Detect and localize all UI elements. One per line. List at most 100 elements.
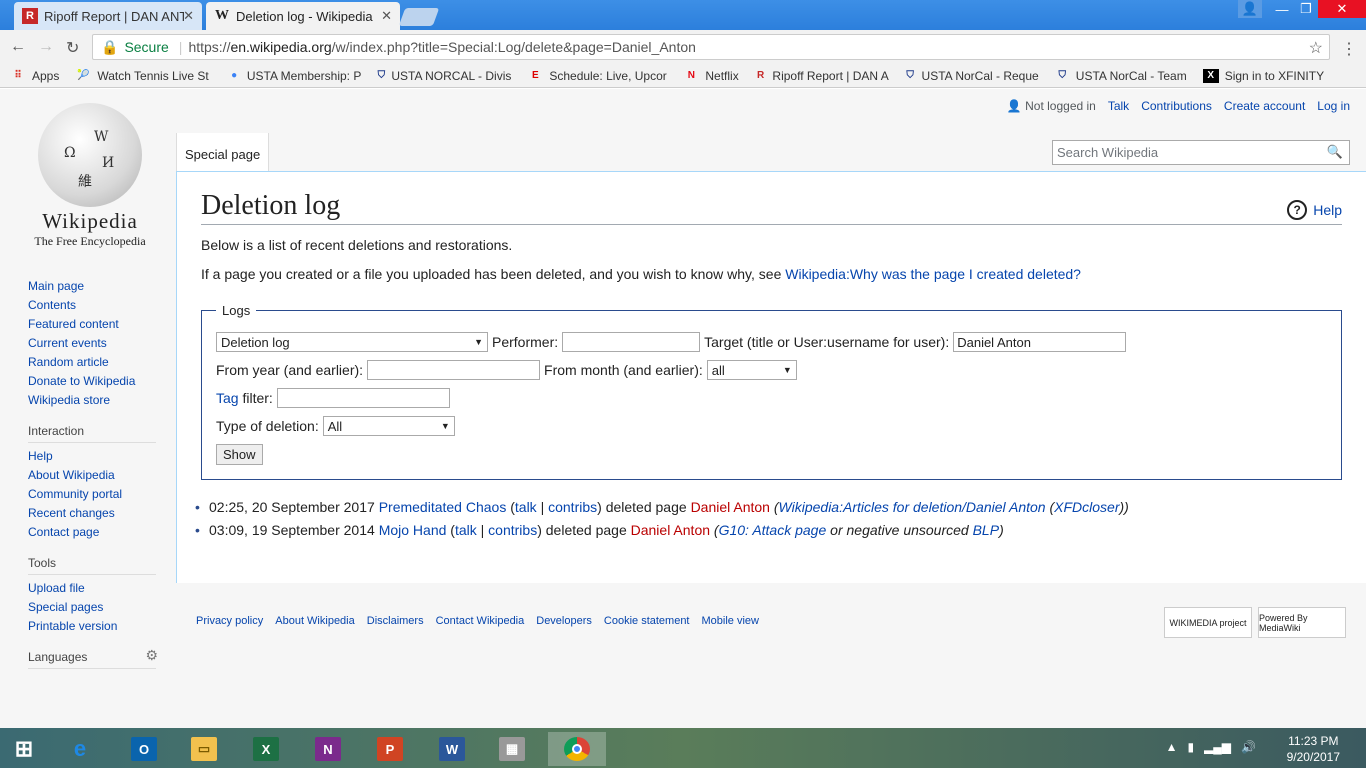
contributions-link[interactable]: Contributions xyxy=(1141,99,1212,113)
footer-about[interactable]: About Wikipedia xyxy=(275,615,355,627)
sidebar-item-printable[interactable]: Printable version xyxy=(28,617,156,636)
year-input[interactable] xyxy=(367,360,541,380)
month-select[interactable]: all ▼ xyxy=(706,360,797,380)
deleted-page-link[interactable]: Daniel Anton xyxy=(691,499,770,515)
profile-icon[interactable]: 👤 xyxy=(1238,0,1262,18)
bookmark-item[interactable]: 🎾 Watch Tennis Live St xyxy=(67,69,219,83)
bookmark-item[interactable]: N Netflix xyxy=(675,69,746,83)
chrome-icon[interactable] xyxy=(548,732,606,766)
close-tab-icon[interactable]: ✕ xyxy=(381,8,392,24)
xfdcloser-link[interactable]: XFDcloser xyxy=(1054,499,1119,515)
user-link[interactable]: Premeditated Chaos xyxy=(379,499,507,515)
taskbar-clock[interactable]: 11:23 PM 9/20/2017 xyxy=(1287,733,1340,765)
volume-icon[interactable]: 🔊 xyxy=(1241,740,1256,754)
excel-icon[interactable]: X xyxy=(244,732,288,766)
performer-input[interactable] xyxy=(562,332,701,352)
footer-disclaimers[interactable]: Disclaimers xyxy=(367,615,424,627)
tab-deletion-log[interactable]: W Deletion log - Wikipedia ✕ xyxy=(206,2,400,30)
wikimedia-badge[interactable]: WIKIMEDIA project xyxy=(1164,607,1252,638)
restore-icon[interactable]: ❐ xyxy=(1294,0,1318,18)
user-link[interactable]: Mojo Hand xyxy=(379,522,447,538)
sidebar-item-donate[interactable]: Donate to Wikipedia xyxy=(28,372,156,391)
search-input[interactable]: Search Wikipedia 🔍 xyxy=(1052,140,1350,165)
footer-mobile[interactable]: Mobile view xyxy=(702,615,759,627)
minimize-icon[interactable]: — xyxy=(1270,0,1294,18)
internet-explorer-icon[interactable]: e xyxy=(58,732,102,766)
footer-privacy[interactable]: Privacy policy xyxy=(196,615,263,627)
sidebar-item-community-portal[interactable]: Community portal xyxy=(28,485,156,504)
reason-link[interactable]: Wikipedia:Articles for deletion/Daniel A… xyxy=(779,499,1046,515)
tag-filter-input[interactable] xyxy=(276,388,450,408)
signal-icon[interactable]: ▂▄▆ xyxy=(1204,740,1231,754)
url-text: https://en.wikipedia.org/w/index.php?tit… xyxy=(188,39,696,55)
tab-ripoff-report[interactable]: R Ripoff Report | DAN ANT ✕ xyxy=(14,2,202,30)
sidebar-item-help[interactable]: Help xyxy=(28,447,156,466)
footer-contact[interactable]: Contact Wikipedia xyxy=(436,615,525,627)
tag-link[interactable]: Tag xyxy=(216,390,239,406)
log-type-select[interactable]: Deletion log ▼ xyxy=(216,332,488,352)
sidebar-item-store[interactable]: Wikipedia store xyxy=(28,391,156,410)
forward-icon[interactable]: → xyxy=(38,38,54,56)
sidebar: Main page Contents Featured content Curr… xyxy=(28,277,158,673)
blp-link[interactable]: BLP xyxy=(973,522,999,538)
log-in-link[interactable]: Log in xyxy=(1317,99,1350,113)
sidebar-item-contact[interactable]: Contact page xyxy=(28,523,156,542)
sidebar-item-upload-file[interactable]: Upload file xyxy=(28,579,156,598)
help-link[interactable]: ? Help xyxy=(1287,200,1342,220)
sidebar-item-contents[interactable]: Contents xyxy=(28,296,156,315)
footer-developers[interactable]: Developers xyxy=(536,615,592,627)
file-explorer-icon[interactable]: ▭ xyxy=(182,732,226,766)
bookmark-star-icon[interactable]: ☆ xyxy=(1309,38,1323,58)
sidebar-item-random-article[interactable]: Random article xyxy=(28,353,156,372)
bookmark-item[interactable]: ● USTA Membership: P xyxy=(219,69,369,83)
back-icon[interactable]: ← xyxy=(10,38,26,56)
sidebar-item-recent-changes[interactable]: Recent changes xyxy=(28,504,156,523)
why-deleted-link[interactable]: Wikipedia:Why was the page I created del… xyxy=(785,266,1081,282)
bookmark-apps[interactable]: ⠿ Apps xyxy=(0,69,67,83)
wikipedia-logo[interactable]: Ω W И 維 Wikipedia The Free Encyclopedia xyxy=(26,103,154,249)
powerpoint-icon[interactable]: P xyxy=(368,732,412,766)
tab-special-page[interactable]: Special page xyxy=(176,133,270,171)
url-field[interactable]: 🔒 Secure | https://en.wikipedia.org/w/in… xyxy=(92,34,1330,60)
contribs-link[interactable]: contribs xyxy=(488,522,537,538)
deleted-page-link[interactable]: Daniel Anton xyxy=(631,522,710,538)
search-icon[interactable]: 🔍 xyxy=(1327,144,1343,160)
bookmarks-bar: ⠿ Apps 🎾 Watch Tennis Live St ● USTA Member… xyxy=(0,64,1366,88)
sidebar-item-main-page[interactable]: Main page xyxy=(28,277,156,296)
talk-link[interactable]: talk xyxy=(455,522,477,538)
contribs-link[interactable]: contribs xyxy=(548,499,597,515)
mediawiki-badge[interactable]: Powered By MediaWiki xyxy=(1258,607,1346,638)
bookmark-item[interactable]: X Sign in to XFINITY xyxy=(1195,68,1332,83)
bookmark-item[interactable]: ⛉ USTA NorCal - Team xyxy=(1047,69,1195,83)
sidebar-item-featured-content[interactable]: Featured content xyxy=(28,315,156,334)
deletion-type-select[interactable]: All ▼ xyxy=(322,416,455,436)
target-input[interactable]: Daniel Anton xyxy=(953,332,1127,352)
talk-link[interactable]: Talk xyxy=(1108,99,1129,113)
reason-link[interactable]: G10: Attack page xyxy=(719,522,827,538)
wall-app-icon[interactable]: ▦ xyxy=(490,732,534,766)
create-account-link[interactable]: Create account xyxy=(1224,99,1305,113)
word-icon[interactable]: W xyxy=(430,732,474,766)
close-window-icon[interactable]: ✕ xyxy=(1318,0,1366,18)
footer-cookie[interactable]: Cookie statement xyxy=(604,615,690,627)
bookmark-item[interactable]: R Ripoff Report | DAN A xyxy=(747,69,897,83)
bookmark-item[interactable]: ⛉ USTA NORCAL - Divis xyxy=(369,69,519,83)
reload-icon[interactable]: ↻ xyxy=(66,38,79,58)
usta-shield-icon: ⛉ xyxy=(377,70,386,81)
bookmark-item[interactable]: ⛉ USTA NorCal - Reque xyxy=(897,69,1047,83)
onenote-icon[interactable]: N xyxy=(306,732,350,766)
talk-link[interactable]: talk xyxy=(515,499,537,515)
show-hidden-icons-icon[interactable]: ▲ xyxy=(1166,740,1178,754)
sidebar-item-special-pages[interactable]: Special pages xyxy=(28,598,156,617)
new-tab-button[interactable] xyxy=(398,8,440,26)
sidebar-item-current-events[interactable]: Current events xyxy=(28,334,156,353)
sidebar-item-about[interactable]: About Wikipedia xyxy=(28,466,156,485)
close-tab-icon[interactable]: ✕ xyxy=(183,8,194,24)
bookmark-item[interactable]: E Schedule: Live, Upcor xyxy=(519,69,675,83)
show-button[interactable]: Show xyxy=(216,444,263,465)
gear-icon[interactable]: ⚙ xyxy=(145,647,158,664)
outlook-icon[interactable]: O xyxy=(122,732,166,766)
windows-start-icon[interactable]: ⊞ xyxy=(2,732,46,766)
menu-dots-icon[interactable]: ⋮ xyxy=(1341,39,1357,59)
battery-icon[interactable]: ▮ xyxy=(1187,740,1194,754)
